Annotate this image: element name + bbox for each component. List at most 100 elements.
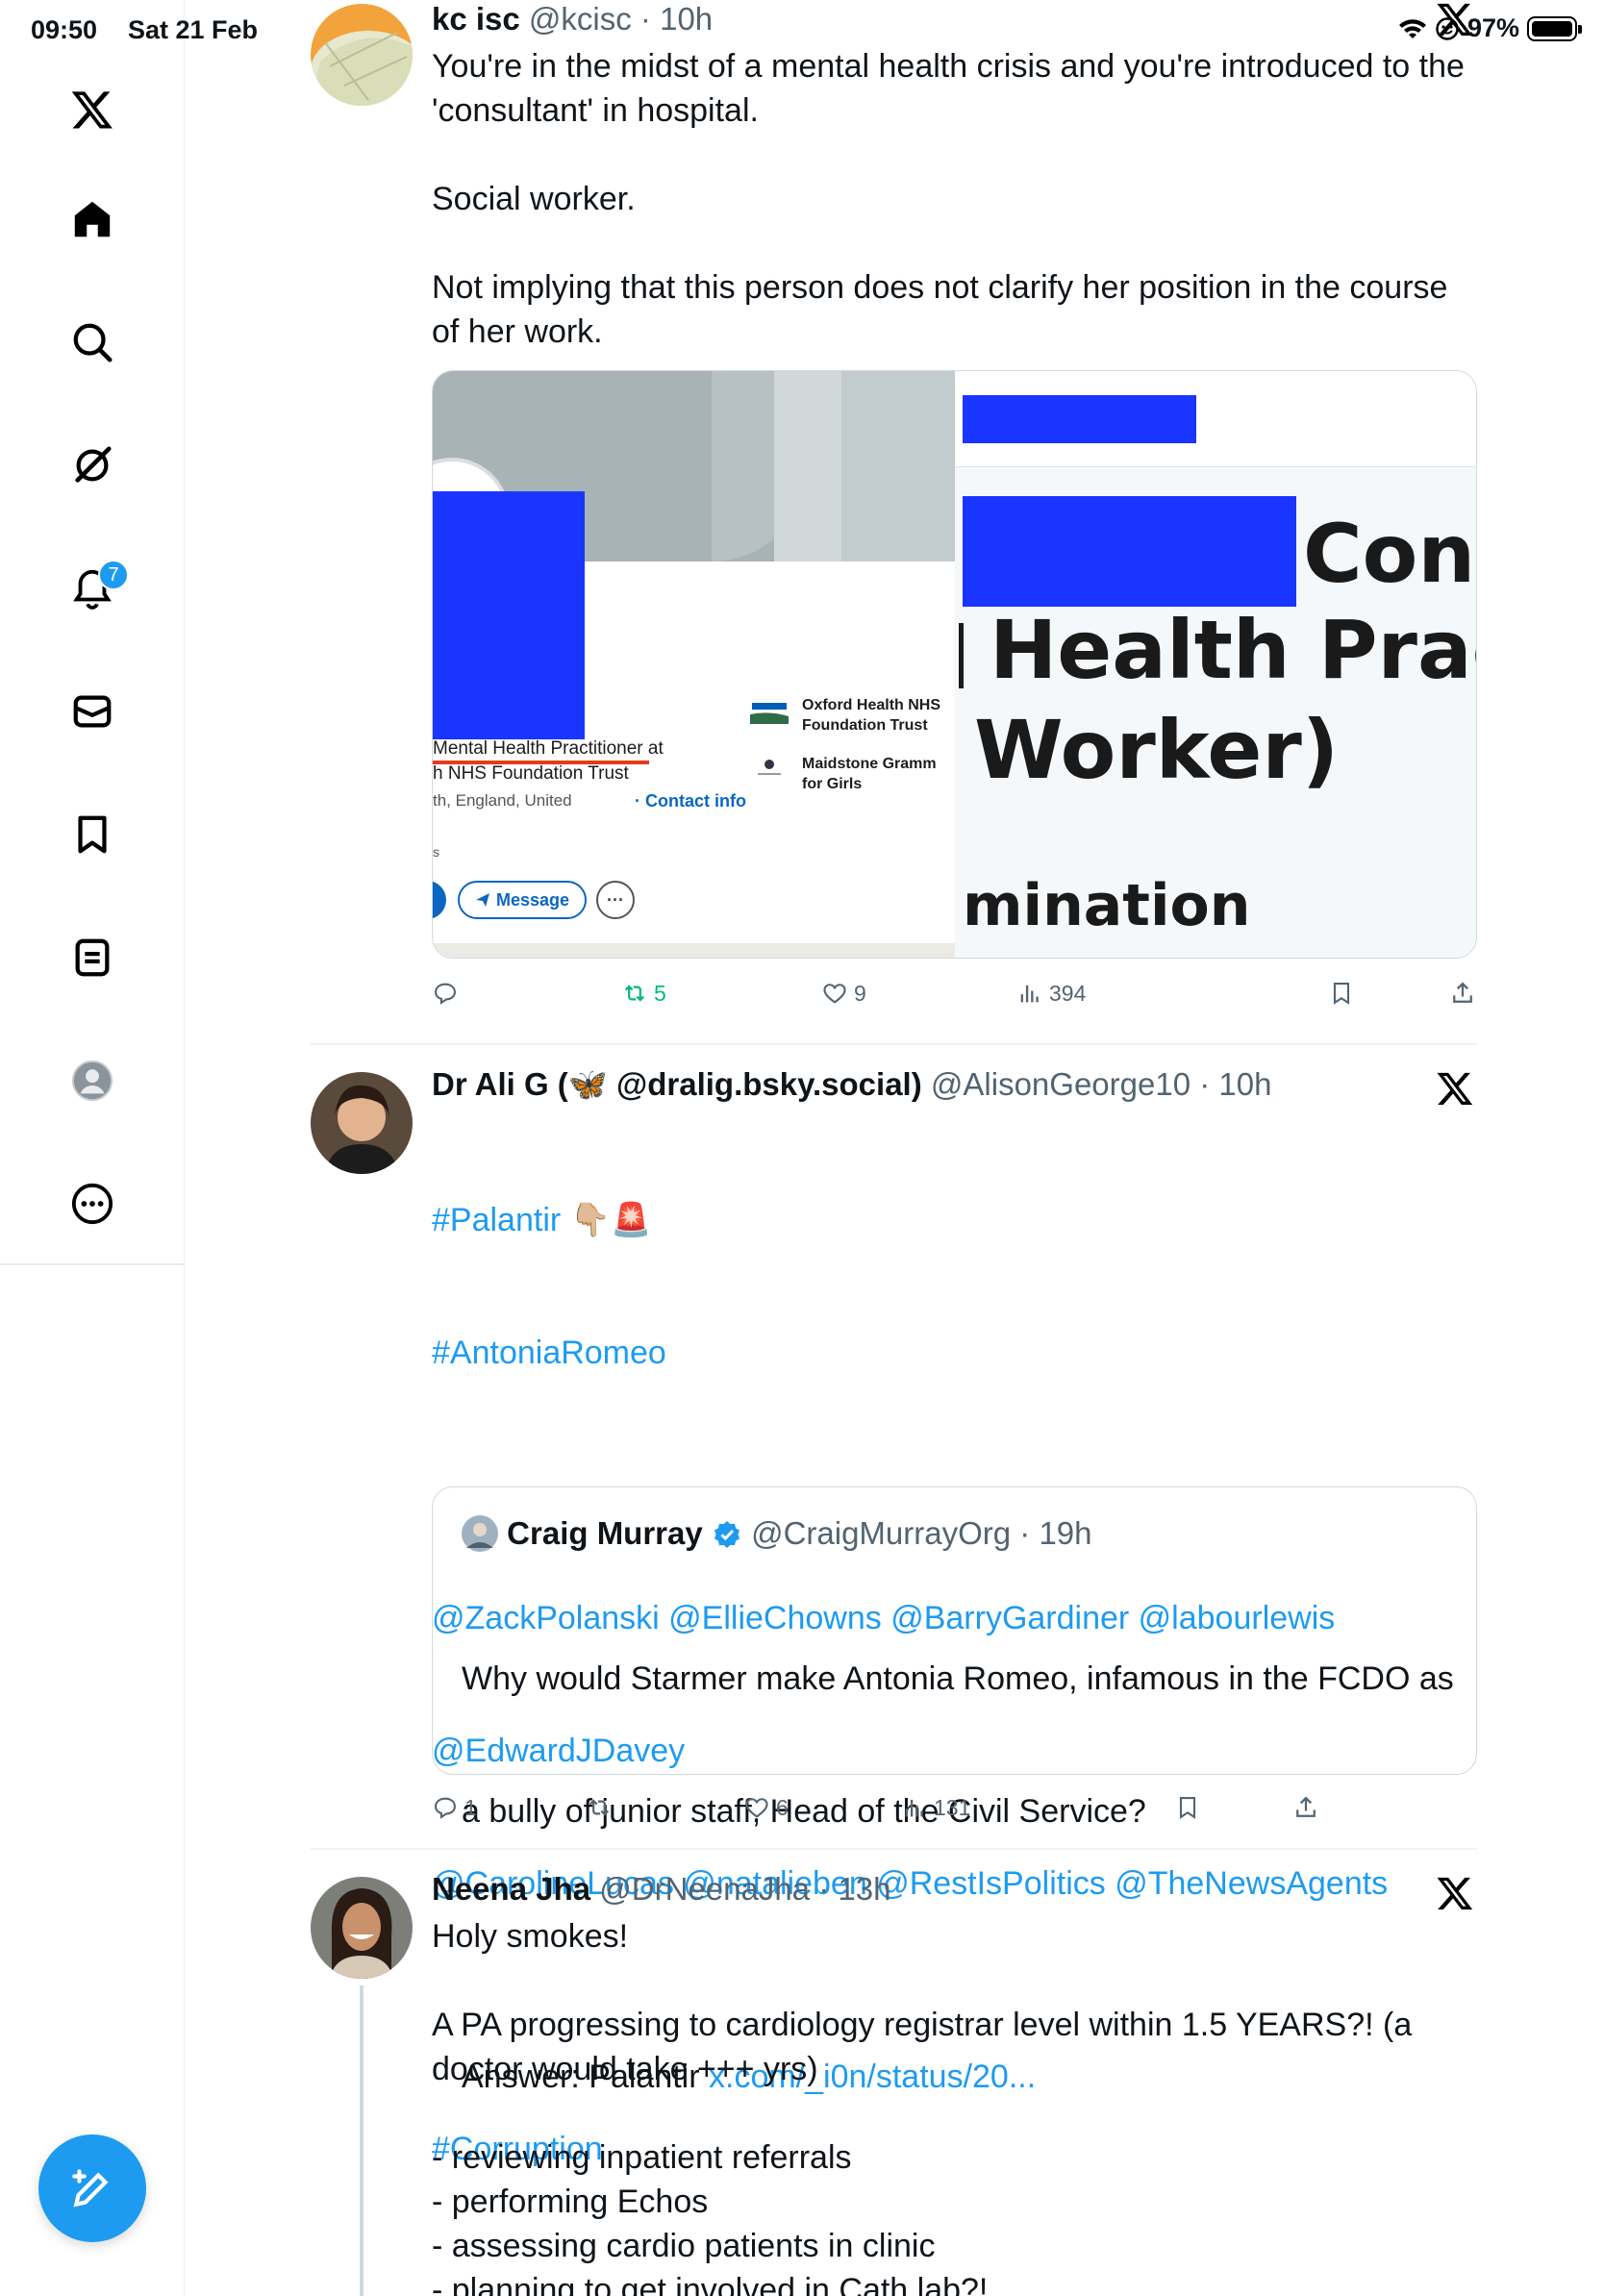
- image-panel-right: Cons Health Pract Worker) mination: [955, 371, 1476, 958]
- heart-icon: [745, 1798, 768, 1818]
- status-bar: 09:50 Sat 21 Feb 97%: [0, 0, 1604, 62]
- tweet-header: Dr Ali G (🦋 @dralig.bsky.social) @Alison…: [432, 1066, 1272, 1102]
- panel-footer: [433, 943, 955, 958]
- status-indicators: 97%: [1398, 13, 1582, 43]
- battery-icon: [1527, 15, 1582, 41]
- x-logo-icon[interactable]: [63, 81, 121, 138]
- x-logo-icon[interactable]: [1436, 1874, 1474, 1912]
- bookmarks-icon[interactable]: [63, 806, 121, 863]
- author-handle[interactable]: @DrNeenaJha: [599, 1871, 810, 1907]
- tweet-actions: 1 6 131: [432, 1794, 1355, 1833]
- author-name[interactable]: Neena Jha: [432, 1871, 590, 1907]
- lists-icon[interactable]: [63, 929, 121, 986]
- author-handle[interactable]: @AlisonGeorge10: [931, 1066, 1190, 1102]
- hashtag-link[interactable]: #Palantir: [432, 1202, 561, 1238]
- location: th, England, United: [433, 791, 572, 810]
- compose-post-button[interactable]: [38, 2134, 146, 2242]
- views-button[interactable]: 394: [1016, 980, 1086, 1007]
- hashtag-link[interactable]: #AntoniaRomeo: [432, 1331, 1477, 1375]
- like-button[interactable]: 6: [743, 1794, 789, 1821]
- share-button[interactable]: [1292, 1794, 1319, 1821]
- redaction-block: [963, 496, 1296, 607]
- wifi-icon: [1398, 18, 1426, 38]
- nhs-logo-icon: [750, 703, 789, 724]
- face-icon: [1436, 16, 1459, 40]
- more-options-button: ···: [596, 881, 635, 919]
- reply-button[interactable]: 1: [432, 1794, 477, 1821]
- panel-header: [955, 371, 1476, 467]
- tweet-text: Holy smokes! A PA progressing to cardiol…: [432, 1918, 1413, 2296]
- thread-connector: [360, 1985, 363, 2296]
- school-crest-icon: [758, 760, 781, 775]
- messages-icon[interactable]: [63, 683, 121, 740]
- tweet-actions: 5 9 394: [432, 980, 1472, 1018]
- sidebar-divider: [0, 1263, 185, 1265]
- emoji: 👇🏼🚨: [569, 1202, 652, 1238]
- share-icon: [1453, 982, 1472, 1003]
- tweet-text: You're in the midst of a mental health c…: [432, 48, 1465, 350]
- quote-author-name: Craig Murray: [507, 1515, 703, 1551]
- big-text-line4: mination: [963, 872, 1251, 939]
- tweet[interactable]: Dr Ali G (🦋 @dralig.bsky.social) @Alison…: [311, 1044, 1477, 2167]
- avatar[interactable]: [311, 1877, 413, 1979]
- bookmark-icon: [1179, 1797, 1196, 1819]
- compose-feather-icon: [72, 2169, 109, 2208]
- avatar[interactable]: [311, 1072, 413, 1174]
- x-logo-icon[interactable]: [1436, 1069, 1474, 1108]
- share-button[interactable]: [1449, 980, 1476, 1007]
- views-button[interactable]: 131: [901, 1794, 970, 1821]
- message-button: Message: [458, 881, 587, 919]
- redaction-block: [433, 491, 585, 739]
- tweet[interactable]: kc isc @kcisc · 10h You're in the midst …: [311, 0, 1477, 1043]
- tweet-time[interactable]: 10h: [1218, 1066, 1271, 1102]
- views-chart-icon: [1020, 985, 1039, 1003]
- image-panel-left: Mental Health Practitioner at h NHS Foun…: [433, 371, 955, 958]
- repost-icon: [624, 985, 645, 1002]
- text-fragment: s: [433, 844, 439, 860]
- reply-icon: [435, 983, 456, 1005]
- sidebar: 7: [0, 0, 185, 2296]
- quote-time: 19h: [1039, 1515, 1092, 1551]
- redaction-block: [963, 395, 1196, 443]
- grok-icon[interactable]: [63, 437, 121, 494]
- repost-button[interactable]: 5: [621, 980, 666, 1007]
- text-bar: [959, 623, 964, 688]
- repost-icon: [589, 1799, 610, 1816]
- status-date: Sat 21 Feb: [128, 15, 259, 44]
- home-icon[interactable]: [63, 190, 121, 248]
- big-text-line1: Cons: [1303, 507, 1476, 601]
- org-oxford: Oxford Health NHS Foundation Trust: [802, 697, 941, 734]
- org-maidstone: Maidstone Gramm for Girls: [802, 756, 937, 792]
- tweet[interactable]: Neena Jha @DrNeenaJha · 13h Holy smokes!…: [311, 1849, 1477, 2296]
- send-icon: [475, 893, 489, 907]
- tweet-time[interactable]: 13h: [838, 1871, 890, 1907]
- big-text-line2: Health Pract: [990, 603, 1476, 697]
- trust-name: h NHS Foundation Trust: [433, 763, 629, 784]
- follow-button-fragment: [433, 881, 446, 919]
- job-title: Mental Health Practitioner at: [433, 738, 664, 759]
- quoted-tweet[interactable]: Craig Murray @CraigMurrayOrg · 19h Why w…: [432, 1486, 1477, 2095]
- notification-badge: 7: [98, 560, 129, 590]
- repost-button[interactable]: [586, 1794, 618, 1821]
- quote-author-handle: @CraigMurrayOrg: [751, 1515, 1012, 1551]
- heart-icon: [823, 984, 846, 1004]
- quote-header: Craig Murray @CraigMurrayOrg · 19h: [462, 1514, 1092, 1553]
- verified-badge-icon: [714, 1521, 739, 1548]
- like-button[interactable]: 9: [821, 980, 866, 1007]
- bookmark-button[interactable]: [1174, 1794, 1201, 1821]
- quote-avatar: [462, 1515, 498, 1552]
- reply-button[interactable]: [432, 980, 464, 1007]
- views-chart-icon: [905, 1799, 923, 1817]
- bookmark-icon: [1333, 983, 1350, 1005]
- tweet-image[interactable]: Mental Health Practitioner at h NHS Foun…: [432, 370, 1477, 959]
- more-icon[interactable]: [63, 1175, 121, 1233]
- reply-icon: [435, 1797, 456, 1819]
- bookmark-button[interactable]: [1328, 980, 1355, 1007]
- profile-avatar-icon[interactable]: [63, 1052, 121, 1110]
- author-name[interactable]: Dr Ali G (🦋 @dralig.bsky.social): [432, 1066, 922, 1102]
- big-text-line3: Worker): [974, 703, 1340, 797]
- status-time: 09:50: [31, 15, 98, 44]
- search-icon[interactable]: [63, 313, 121, 371]
- tweet-header: Neena Jha @DrNeenaJha · 13h: [432, 1871, 891, 1907]
- notifications-bell-icon[interactable]: 7: [63, 560, 129, 617]
